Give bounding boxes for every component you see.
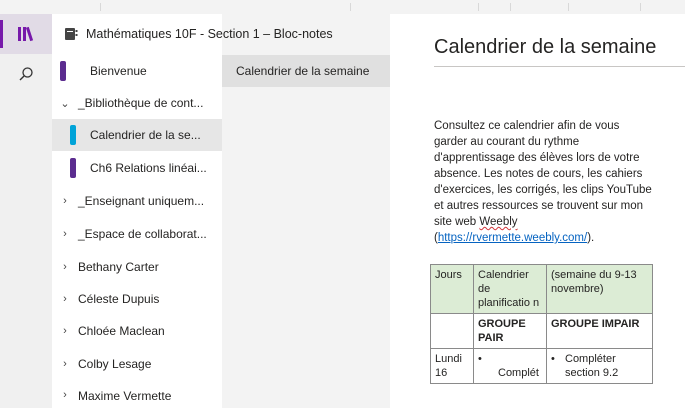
strip-divider xyxy=(100,3,101,11)
table-cell[interactable]: Lundi 16 xyxy=(430,348,474,384)
paragraph-line: d'exercices, les corrigés, les clips You… xyxy=(434,184,652,196)
table-row: GROUPE PAIR GROUPE IMPAIR xyxy=(430,313,653,349)
notebook-header[interactable]: Mathématiques 10F - Section 1 – Bloc-not… xyxy=(52,14,390,54)
strip-divider xyxy=(640,3,641,11)
table-cell[interactable]: Jours xyxy=(430,264,474,314)
notebook-title: Mathématiques 10F - Section 1 – Bloc-not… xyxy=(86,27,333,41)
section-group-chloee[interactable]: › Chloée Maclean xyxy=(52,315,222,347)
section-group-colby[interactable]: › Colby Lesage xyxy=(52,348,222,380)
chevron-right-icon: › xyxy=(63,325,67,337)
section-tab-icon xyxy=(70,158,76,178)
nav-item-label: Maxime Vermette xyxy=(78,389,172,403)
chevron-right-icon: › xyxy=(63,195,67,207)
section-group-maxime[interactable]: › Maxime Vermette xyxy=(52,381,222,413)
notebooks-icon xyxy=(18,26,34,42)
search-button[interactable] xyxy=(0,54,52,94)
paragraph-line: d'apprentissage des élèves lors de votre xyxy=(434,152,640,164)
title-underline xyxy=(434,66,685,67)
table-row: Lundi 16 • Complét • Compléter section 9… xyxy=(430,348,653,384)
chevron-right-icon: › xyxy=(63,293,67,305)
section-group-bibliotheque[interactable]: ⌄ _Bibliothèque de cont... xyxy=(52,87,222,119)
table-cell[interactable]: GROUPE IMPAIR xyxy=(546,313,653,349)
paragraph-line: absence. Les notes de cours, les cahiers xyxy=(434,168,643,180)
chevron-right-icon: › xyxy=(63,358,67,370)
chevron-right-icon: › xyxy=(63,261,67,273)
section-group-bethany[interactable]: › Bethany Carter xyxy=(52,251,222,283)
section-group-celeste[interactable]: › Céleste Dupuis xyxy=(52,283,222,315)
search-icon xyxy=(19,67,33,81)
left-rail xyxy=(0,14,53,408)
weebly-link[interactable]: https://rvermette.weebly.com/ xyxy=(438,232,587,244)
paragraph-line: (https://rvermette.weebly.com/). xyxy=(434,230,674,246)
section-ch6[interactable]: Ch6 Relations linéai... xyxy=(52,152,222,184)
chevron-right-icon: › xyxy=(63,389,67,401)
strip-divider xyxy=(350,3,351,11)
schedule-table[interactable]: Jours Calendrier de planificatio n (sema… xyxy=(430,264,653,384)
notebook-icon xyxy=(65,28,78,40)
nav-item-label: Calendrier de la se... xyxy=(90,128,201,142)
section-calendrier[interactable]: Calendrier de la se... xyxy=(52,119,222,151)
notebooks-button[interactable] xyxy=(0,14,52,54)
nav-item-label: _Enseignant uniquem... xyxy=(78,194,205,208)
chevron-down-icon: ⌄ xyxy=(60,97,70,110)
section-tab-icon xyxy=(70,125,76,145)
page-paragraph: Consultez ce calendrier afin de vous gar… xyxy=(434,118,674,246)
paragraph-line: et autres ressources se trouvent sur mon xyxy=(434,200,644,212)
paragraph-line: Consultez ce calendrier afin de vous xyxy=(434,120,620,132)
table-cell[interactable]: • Complét xyxy=(473,348,547,384)
section-group-collaboration[interactable]: › _Espace de collaborat... xyxy=(52,218,222,250)
table-cell[interactable]: Calendrier de planificatio n xyxy=(473,264,547,314)
bullet-item: • Compléter section 9.2 xyxy=(551,352,648,380)
nav-item-label: Chloée Maclean xyxy=(78,324,165,338)
bullet-marker: • xyxy=(478,353,482,365)
table-cell[interactable]: • Compléter section 9.2 xyxy=(546,348,653,384)
nav-item-label: Céleste Dupuis xyxy=(78,292,160,306)
table-cell[interactable]: (semaine du 9-13 novembre) xyxy=(546,264,653,314)
nav-item-label: _Espace de collaborat... xyxy=(78,227,207,241)
section-tab-icon xyxy=(60,61,66,81)
page-item-label: Calendrier de la semaine xyxy=(236,64,370,78)
page-canvas[interactable]: Calendrier de la semaine Consultez ce ca… xyxy=(390,14,685,408)
paragraph-line: garder au courant du rythme xyxy=(434,136,580,148)
link-close: ). xyxy=(587,232,595,244)
bullet-text: Compléter section 9.2 xyxy=(565,353,619,379)
window-top-strip xyxy=(0,0,685,15)
site-prefix: site web xyxy=(434,216,480,228)
nav-item-label: Bethany Carter xyxy=(78,260,159,274)
table-cell[interactable] xyxy=(430,313,474,349)
site-name: Weebly xyxy=(479,216,518,228)
page-title: Calendrier de la semaine xyxy=(434,36,657,58)
page-item-calendrier[interactable]: Calendrier de la semaine xyxy=(222,55,390,87)
nav-item-label: Bienvenue xyxy=(90,64,147,78)
strip-divider xyxy=(568,3,569,11)
strip-divider xyxy=(478,3,479,11)
strip-divider xyxy=(510,3,511,11)
bullet-marker: • xyxy=(551,353,555,365)
nav-item-label: Ch6 Relations linéai... xyxy=(90,161,207,175)
chevron-right-icon: › xyxy=(63,228,67,240)
table-cell[interactable]: GROUPE PAIR xyxy=(473,313,547,349)
section-bienvenue[interactable]: Bienvenue xyxy=(52,55,222,87)
section-group-enseignant[interactable]: › _Enseignant uniquem... xyxy=(52,185,222,217)
nav-item-label: Colby Lesage xyxy=(78,357,152,371)
paragraph-line: site web Weebly xyxy=(434,214,674,230)
nav-item-label: _Bibliothèque de cont... xyxy=(78,96,204,110)
bullet-text: Complét xyxy=(498,367,539,379)
table-header-row: Jours Calendrier de planificatio n (sema… xyxy=(430,264,653,314)
